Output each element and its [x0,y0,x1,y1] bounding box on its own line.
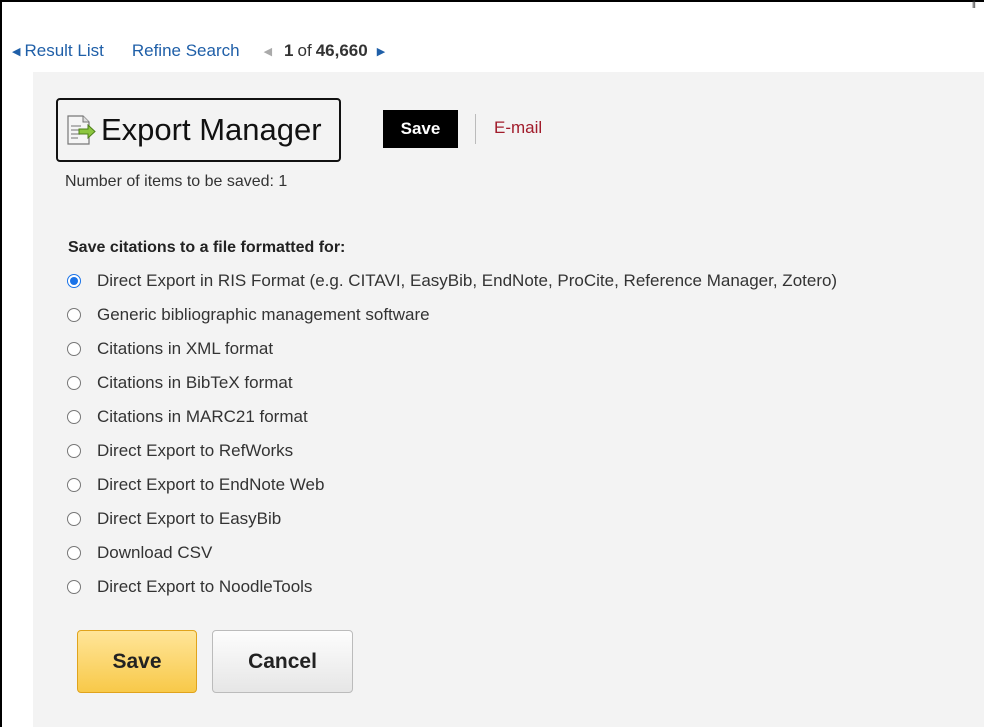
result-list-label: Result List [24,41,104,60]
corner-marks: ‖ [971,0,978,11]
option-label: Direct Export to NoodleTools [97,577,313,596]
radio-ris[interactable] [67,274,81,288]
option-label: Citations in BibTeX format [97,373,293,392]
result-list-link[interactable]: ◀ Result List [12,41,104,61]
items-count-text: Number of items to be saved: 1 [65,173,288,190]
format-option-xml[interactable]: Citations in XML format [33,339,273,359]
export-manager-heading: Export Manager [56,98,341,162]
option-label: Direct Export to EasyBib [97,509,282,528]
radio-generic[interactable] [67,308,81,322]
email-tab-link[interactable]: E-mail [494,118,542,138]
radio-xml[interactable] [67,342,81,356]
format-option-endnote-web[interactable]: Direct Export to EndNote Web [33,475,324,495]
current-position: 1 [284,41,294,60]
previous-record-icon: ◀ [263,45,273,58]
format-option-csv[interactable]: Download CSV [33,543,212,563]
option-label: Direct Export to RefWorks [97,441,294,460]
format-option-ris[interactable]: Direct Export in RIS Format (e.g. CITAVI… [33,271,837,291]
option-label: Generic bibliographic management softwar… [97,305,430,324]
save-tab-button[interactable]: Save [383,110,458,148]
export-manager-panel: Export Manager Save E-mail Number of ite… [33,72,984,727]
option-label: Citations in XML format [97,339,274,358]
format-section-label: Save citations to a file formatted for: [68,239,346,256]
tab-divider [475,114,476,144]
refine-search-link[interactable]: Refine Search [132,41,240,61]
format-option-generic[interactable]: Generic bibliographic management softwar… [33,305,430,325]
radio-marc21[interactable] [67,410,81,424]
option-label: Citations in MARC21 format [97,407,308,426]
option-label: Direct Export in RIS Format (e.g. CITAVI… [97,271,838,290]
format-option-bibtex[interactable]: Citations in BibTeX format [33,373,293,393]
save-button[interactable]: Save [77,630,197,693]
result-navigation: ◀ Result List Refine Search ◀ 1 of 46,66… [12,40,385,62]
format-option-marc21[interactable]: Citations in MARC21 format [33,407,308,427]
option-label: Download CSV [97,543,213,562]
export-document-icon [67,115,96,145]
radio-refworks[interactable] [67,444,81,458]
cancel-button[interactable]: Cancel [212,630,353,693]
of-label: of [297,41,312,60]
left-triangle-icon: ◀ [12,45,21,58]
radio-easybib[interactable] [67,512,81,526]
total-results: 46,660 [315,41,368,60]
radio-noodletools[interactable] [67,580,81,594]
pager: ◀ 1 of 46,660 ▶ [264,41,386,61]
radio-endnote-web[interactable] [67,478,81,492]
next-record-icon[interactable]: ▶ [377,45,385,58]
radio-bibtex[interactable] [67,376,81,390]
format-option-easybib[interactable]: Direct Export to EasyBib [33,509,281,529]
format-option-noodletools[interactable]: Direct Export to NoodleTools [33,577,312,597]
page-title: Export Manager [101,112,322,147]
format-option-refworks[interactable]: Direct Export to RefWorks [33,441,293,461]
radio-csv[interactable] [67,546,81,560]
option-label: Direct Export to EndNote Web [97,475,325,494]
